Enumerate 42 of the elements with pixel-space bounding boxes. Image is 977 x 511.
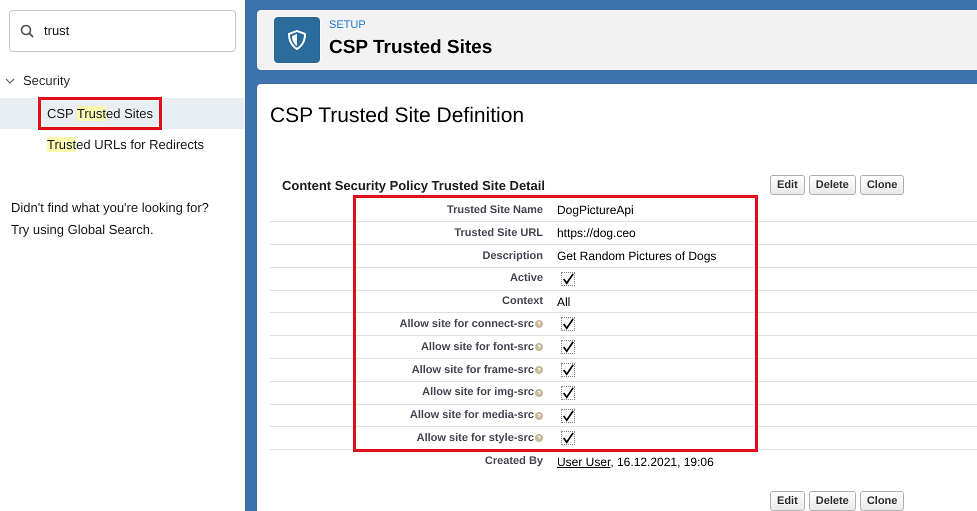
field-label: Allow site for img-src (422, 385, 534, 400)
field-label: Allow site for connect-src (400, 317, 534, 332)
help-icon (535, 388, 543, 397)
action-button[interactable]: Edit (770, 491, 805, 511)
field-value: Get Random Pictures of Dogs (557, 248, 716, 265)
field-label: Allow site for frame-src (412, 362, 534, 378)
tree-item[interactable]: Trusted URLs for Redirects (41, 130, 210, 158)
eyebrow: SETUP (329, 18, 367, 34)
field-label: Allow site for media-src (410, 408, 534, 424)
action-button[interactable]: Edit (770, 175, 805, 196)
page-title: CSP Trusted Site Definition (270, 102, 526, 129)
field-label: Allow site for font-src (420, 340, 534, 355)
help-icon (535, 366, 543, 374)
action-button[interactable]: Delete (808, 491, 856, 511)
field-label: Created By (484, 454, 543, 470)
tree-section[interactable]: Security (23, 71, 70, 91)
page-header-title: CSP Trusted Sites (329, 36, 492, 60)
field-label: Description (482, 248, 543, 264)
field-value: DogPictureApi (557, 202, 634, 220)
help-text: Try using Global Search. (11, 220, 155, 239)
help-text: Didn't find what you're looking for? (11, 199, 210, 217)
field-value: User User, 16.12.2021, 19:06 (557, 454, 714, 471)
action-button[interactable]: Clone (860, 491, 904, 511)
help-icon (535, 320, 543, 328)
search-icon (20, 24, 34, 38)
field-label: Trusted Site URL (454, 226, 543, 241)
search-field[interactable]: trust (9, 10, 236, 52)
help-icon (535, 343, 543, 352)
field-label: Allow site for style-src (416, 431, 534, 446)
field-label: Context (502, 294, 543, 310)
section-title: Content Security Policy Trusted Site Detail (282, 176, 546, 195)
chevron-icon[interactable] (5, 76, 15, 86)
shield-icon (274, 16, 320, 63)
field-label: Active (510, 271, 543, 286)
action-button[interactable]: Clone (860, 175, 904, 196)
help-icon (535, 412, 543, 420)
user-link[interactable]: User User (557, 454, 610, 469)
field-value: https://dog.ceo (557, 225, 636, 242)
action-button[interactable]: Delete (808, 175, 856, 196)
help-icon (535, 434, 543, 442)
field-value: All (557, 294, 570, 311)
field-label: Trusted Site Name (447, 203, 543, 218)
